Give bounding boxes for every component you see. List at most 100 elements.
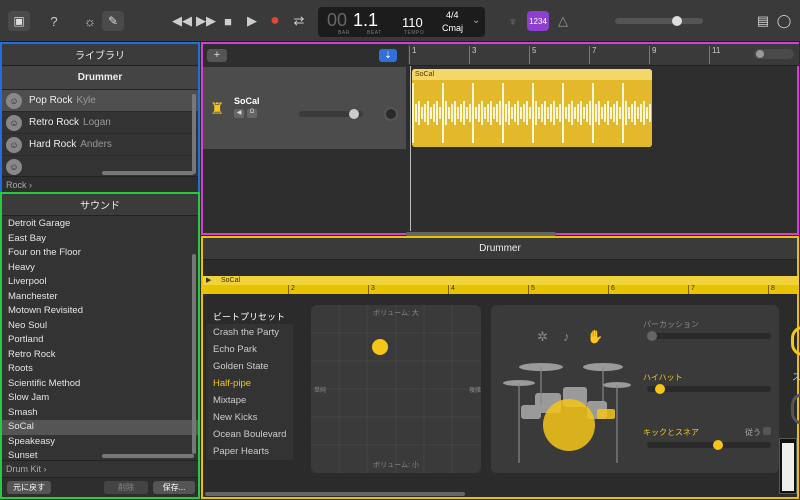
sound-item[interactable]: Retro Rock bbox=[2, 348, 198, 363]
fill-knob[interactable] bbox=[791, 326, 800, 356]
drummer-item[interactable]: ☺ Pop Rock Kyle bbox=[2, 90, 198, 112]
drummer-list: ☺ Pop Rock Kyle ☺ Retro Rock Logan ☺ Hard Rock A… bbox=[2, 90, 198, 178]
shaker-icon[interactable]: ♪ bbox=[563, 329, 570, 344]
play-icon[interactable]: ▶ bbox=[242, 11, 262, 31]
sound-item[interactable]: Neo Soul bbox=[2, 319, 198, 334]
hihat-thumb[interactable] bbox=[655, 384, 665, 394]
genre-breadcrumb[interactable]: Rock › bbox=[2, 176, 198, 192]
genre-label: Rock bbox=[6, 180, 27, 190]
preset-item[interactable]: Golden State bbox=[207, 358, 293, 375]
track-pan-knob[interactable] bbox=[384, 107, 398, 121]
xy-pad[interactable]: ボリューム: 大 ボリューム: 小 単純 複雑 bbox=[311, 305, 481, 473]
percussion-slider[interactable] bbox=[647, 331, 771, 341]
revert-button[interactable]: 元に戻す bbox=[7, 481, 51, 494]
editor-ruler[interactable]: SoCal ▶ 2 3 4 5 6 7 8 bbox=[203, 276, 799, 294]
headphones-icon[interactable]: Ω bbox=[247, 109, 257, 118]
xy-top-label: ボリューム: 大 bbox=[373, 310, 419, 317]
fast-forward-icon[interactable]: ▶▶ bbox=[196, 11, 216, 31]
drummer-item[interactable]: ☺ Retro Rock Logan bbox=[2, 112, 198, 134]
sound-item[interactable]: Scientific Method bbox=[2, 377, 198, 392]
loop-browser-icon[interactable]: ◯ bbox=[774, 11, 794, 31]
ruler-bar-number: 3 bbox=[472, 46, 477, 55]
add-track-button[interactable]: + bbox=[207, 49, 227, 62]
sound-item[interactable]: Heavy bbox=[2, 261, 198, 276]
smart-controls-icon[interactable]: ☼ bbox=[80, 11, 100, 31]
editor-ruler-tick bbox=[448, 285, 449, 294]
percussion-thumb[interactable] bbox=[647, 331, 657, 341]
beat-presets-list: ビートプリセット Crash the Party Echo Park Golden … bbox=[207, 308, 293, 478]
library-hscrollbar[interactable] bbox=[102, 171, 194, 175]
track-header[interactable]: ♜ SoCal ◀ Ω bbox=[203, 67, 406, 149]
sound-item[interactable]: Slow Jam bbox=[2, 391, 198, 406]
preset-item[interactable]: Paper Hearts bbox=[207, 443, 293, 460]
chevron-down-icon[interactable]: ⌄ bbox=[472, 15, 480, 26]
sound-hscrollbar[interactable] bbox=[102, 454, 194, 458]
tambourine-icon[interactable]: ✲ bbox=[537, 329, 548, 345]
drummer-item[interactable]: ☺ Hard Rock Anders bbox=[2, 134, 198, 156]
preset-item[interactable]: Mixtape bbox=[207, 392, 293, 409]
sound-item[interactable]: Smash bbox=[2, 406, 198, 421]
sound-item[interactable]: SoCal bbox=[2, 420, 198, 435]
hihat-slider[interactable] bbox=[647, 384, 771, 394]
sound-item[interactable]: Manchester bbox=[2, 290, 198, 305]
sound-scrollbar[interactable] bbox=[192, 254, 196, 454]
sound-item[interactable]: Liverpool bbox=[2, 275, 198, 290]
delete-button[interactable]: 削除 bbox=[104, 481, 148, 494]
help-icon[interactable]: ? bbox=[44, 11, 64, 31]
preset-item[interactable]: Echo Park bbox=[207, 341, 293, 358]
note-pad-icon[interactable]: ▤ bbox=[753, 11, 773, 31]
follow-checkbox[interactable] bbox=[763, 427, 771, 435]
editor-hscrollbar[interactable] bbox=[205, 492, 465, 496]
sound-item[interactable]: Speakeasy bbox=[2, 435, 198, 450]
count-in-button[interactable]: 1234 bbox=[527, 11, 549, 31]
clap-icon[interactable]: ✋ bbox=[587, 329, 603, 345]
preset-item[interactable]: Half-pipe bbox=[207, 375, 293, 392]
preset-item[interactable]: Ocean Boulevard bbox=[207, 426, 293, 443]
lcd-tempo-label: TEMPO bbox=[404, 30, 425, 36]
mute-icon[interactable]: ◀ bbox=[234, 109, 244, 118]
record-icon[interactable]: ● bbox=[265, 11, 285, 31]
master-volume-slider[interactable] bbox=[615, 16, 703, 26]
play-region-icon: ▶ bbox=[206, 277, 212, 284]
save-button[interactable]: 保存... bbox=[153, 481, 195, 494]
sound-item[interactable]: Four on the Floor bbox=[2, 246, 198, 261]
preset-item[interactable]: Crash the Party bbox=[207, 324, 293, 341]
sound-item[interactable]: East Bay bbox=[2, 232, 198, 247]
swing-knob[interactable] bbox=[791, 393, 800, 425]
tuner-icon[interactable]: ♆ bbox=[503, 11, 523, 31]
track-volume-thumb[interactable] bbox=[349, 109, 359, 119]
kick-snare-slider[interactable] bbox=[647, 440, 771, 450]
sound-item[interactable]: Portland bbox=[2, 333, 198, 348]
follow-label: 従う bbox=[745, 428, 761, 437]
metronome-icon[interactable]: △ bbox=[553, 11, 573, 31]
sound-item[interactable]: Detroit Garage bbox=[2, 217, 198, 232]
drum-kit-panel: ✲ ♪ ✋ パーカッション ハイハット キックとスネア 従う bbox=[491, 305, 779, 473]
kick-snare-thumb[interactable] bbox=[713, 440, 723, 450]
playhead[interactable] bbox=[410, 66, 411, 231]
rewind-icon[interactable]: ◀◀ bbox=[172, 11, 192, 31]
library-scrollbar[interactable] bbox=[192, 94, 196, 174]
avatar: ☺ bbox=[6, 158, 22, 175]
sound-item[interactable]: Roots bbox=[2, 362, 198, 377]
kit-breadcrumb[interactable]: Drum Kit › bbox=[2, 460, 198, 476]
swing-label-cut: ス bbox=[792, 372, 800, 382]
lcd-tempo[interactable]: 110 bbox=[402, 15, 423, 30]
lcd-display[interactable]: 00 1.1 BAR BEAT 110 TEMPO 4/4 Cmaj ⌄ bbox=[318, 7, 485, 37]
lcd-time-signature[interactable]: 4/4 bbox=[446, 10, 459, 20]
editors-icon[interactable]: ✎ bbox=[102, 11, 124, 31]
track-volume-slider[interactable] bbox=[299, 109, 363, 119]
library-icon[interactable]: ▣ bbox=[8, 11, 30, 31]
preset-item[interactable]: New Kicks bbox=[207, 409, 293, 426]
drummer-region[interactable]: SoCal bbox=[412, 69, 652, 147]
ruler-scroll[interactable] bbox=[754, 49, 794, 59]
xy-puck[interactable] bbox=[372, 339, 388, 355]
editor-ruler-tick bbox=[608, 285, 609, 294]
timeline-ruler[interactable]: 1 3 5 7 9 11 bbox=[408, 44, 799, 66]
master-volume-thumb[interactable] bbox=[671, 16, 682, 26]
stop-icon[interactable]: ■ bbox=[218, 11, 238, 31]
sound-item[interactable]: Motown Revisited bbox=[2, 304, 198, 319]
cycle-icon[interactable]: ⇄ bbox=[289, 11, 309, 31]
lcd-key[interactable]: Cmaj bbox=[442, 23, 463, 33]
library-title: ライブラリ bbox=[2, 44, 198, 66]
filter-icon[interactable]: ⇣ bbox=[379, 49, 397, 62]
